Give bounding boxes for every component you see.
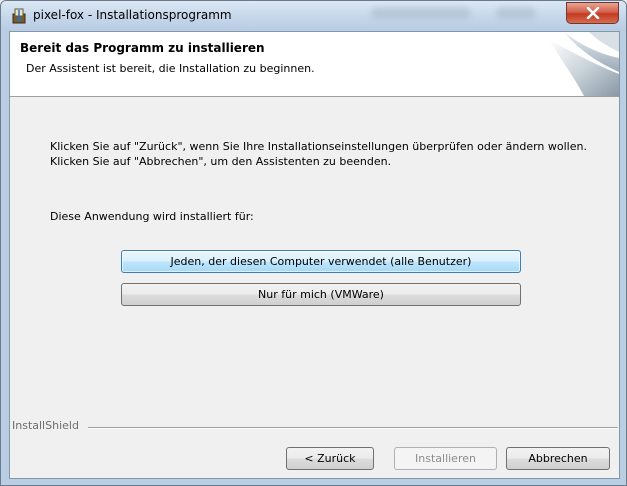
cancel-button[interactable]: Abbrechen bbox=[506, 447, 610, 470]
installer-window: pixel-fox - Installationsprogramm Bereit… bbox=[0, 0, 627, 486]
back-button[interactable]: < Zurück bbox=[286, 447, 374, 470]
instructions-text: Klicken Sie auf "Zurück", wenn Sie Ihre … bbox=[50, 140, 587, 168]
close-icon bbox=[586, 7, 600, 19]
dialog-client-area: Bereit das Programm zu installieren Der … bbox=[9, 31, 620, 479]
only-me-button[interactable]: Nur für mich (VMWare) bbox=[121, 283, 521, 306]
header-banner-icon bbox=[529, 32, 619, 96]
window-title: pixel-fox - Installationsprogramm bbox=[33, 8, 232, 22]
header-subtitle: Der Assistent ist bereit, die Installati… bbox=[26, 62, 315, 75]
install-button[interactable]: Installieren bbox=[394, 447, 497, 470]
install-for-label: Diese Anwendung wird installiert für: bbox=[50, 210, 254, 223]
installer-app-icon bbox=[10, 7, 28, 25]
installshield-brand: InstallShield bbox=[12, 419, 79, 432]
dialog-header: Bereit das Programm zu installieren Der … bbox=[10, 32, 619, 97]
title-bar[interactable]: pixel-fox - Installationsprogramm bbox=[1, 1, 626, 31]
footer-divider bbox=[88, 427, 618, 429]
all-users-button[interactable]: Jeden, der diesen Computer verwendet (al… bbox=[121, 250, 521, 273]
close-button[interactable] bbox=[566, 2, 619, 24]
title-bar-blur bbox=[371, 7, 471, 19]
title-bar-blur bbox=[496, 7, 536, 19]
header-title: Bereit das Programm zu installieren bbox=[20, 41, 265, 55]
